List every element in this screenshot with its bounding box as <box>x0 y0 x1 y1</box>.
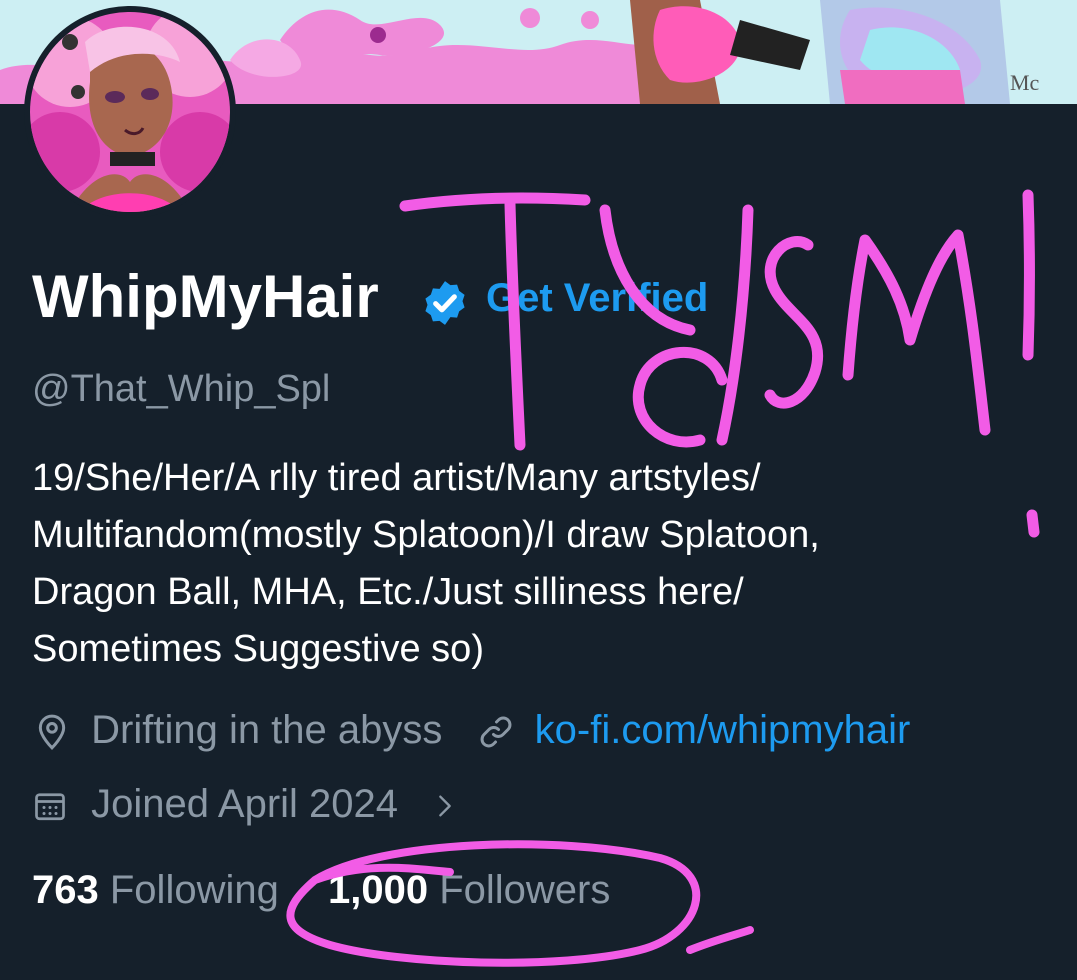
get-verified-link[interactable]: Get Verified <box>486 276 708 321</box>
calendar-icon <box>35 793 65 821</box>
profile-avatar[interactable] <box>24 6 236 218</box>
bio-line: Sometimes Suggestive so) <box>32 628 484 670</box>
joined-text: Joined April 2024 <box>91 782 399 826</box>
follow-stats: 763 Following 1,000 Followers <box>32 868 610 913</box>
avatar-art <box>30 12 230 212</box>
bio-line: Dragon Ball, MHA, Etc./Just silliness he… <box>32 571 744 613</box>
display-name: WhipMyHair <box>32 263 379 330</box>
bio-line: Multifandom(mostly Splatoon)/I draw Spla… <box>32 514 820 556</box>
profile-meta-row: Drifting in the abyss ko-fi.com/whipmyha… <box>32 708 910 753</box>
bio-line: 19/She/Her/A rlly tired artist/Many arts… <box>32 457 761 499</box>
joined-row[interactable]: Joined April 2024 <box>32 782 459 827</box>
verified-badge-icon[interactable] <box>420 278 470 328</box>
profile-handle: @That_Whip_Spl <box>32 368 331 410</box>
svg-text:Mc: Mc <box>1010 70 1040 95</box>
website-link[interactable]: ko-fi.com/whipmyhair <box>535 708 911 752</box>
followers-stat[interactable]: 1,000 Followers <box>328 868 610 912</box>
location-text: Drifting in the abyss <box>91 708 443 752</box>
following-stat[interactable]: 763 Following <box>32 868 290 912</box>
following-count: 763 <box>32 868 99 912</box>
followers-label: Followers <box>439 868 611 912</box>
followers-count: 1,000 <box>327 868 429 912</box>
profile-bio: 19/She/Her/A rlly tired artist/Many arts… <box>32 450 1032 678</box>
location-pin-icon <box>38 715 66 751</box>
chevron-right-icon <box>439 795 451 817</box>
link-icon <box>480 717 511 748</box>
following-label: Following <box>109 868 279 912</box>
